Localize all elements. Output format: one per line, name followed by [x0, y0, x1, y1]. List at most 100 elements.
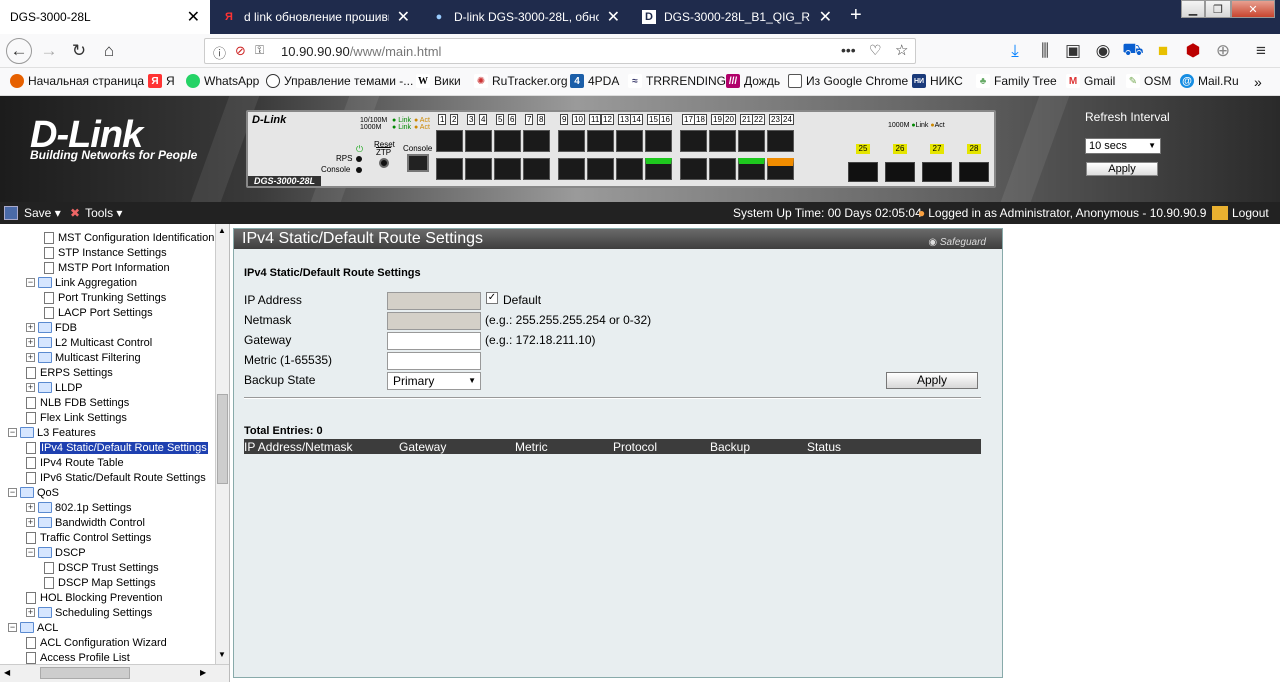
close-icon[interactable]: ✕: [607, 7, 620, 27]
pocket-icon[interactable]: ♡: [869, 42, 882, 59]
port-5[interactable]: [494, 130, 521, 152]
bookmark-ext-icon[interactable]: ■: [1150, 38, 1176, 64]
bookmark-dozhd[interactable]: /// Дождь: [726, 74, 780, 88]
collapse-icon[interactable]: −: [8, 428, 17, 437]
tree-item[interactable]: IPv4 Static/Default Route Settings: [26, 440, 208, 455]
bookmark-themes[interactable]: Управление темами -...: [266, 74, 413, 88]
port-10[interactable]: [558, 158, 585, 180]
sfp-port-25[interactable]: [848, 162, 878, 182]
bookmark-star-icon[interactable]: ☆: [895, 41, 908, 59]
port-17[interactable]: [680, 130, 707, 152]
expand-icon[interactable]: +: [26, 383, 35, 392]
port-7[interactable]: [523, 130, 550, 152]
reset-button[interactable]: [379, 158, 389, 168]
port-15[interactable]: [645, 130, 672, 152]
tools-menu[interactable]: ✖ Tools ▾: [70, 206, 122, 220]
tree-scrollbar[interactable]: ▲ ▼: [215, 224, 229, 664]
hscroll-thumb[interactable]: [40, 667, 130, 679]
tree-hscrollbar[interactable]: ◀ ▶: [0, 664, 229, 682]
close-window-icon[interactable]: ✕: [1231, 0, 1275, 18]
ip-address-input[interactable]: [387, 292, 481, 310]
cart-icon[interactable]: ⛟: [1120, 38, 1146, 64]
minimize-icon[interactable]: ▁: [1181, 0, 1205, 18]
globe-icon[interactable]: ⊕: [1210, 38, 1236, 64]
tab-dlink-update[interactable]: ● D-link DGS-3000-28L, обновле ✕: [422, 0, 630, 34]
port-20[interactable]: [709, 158, 736, 180]
url-bar[interactable]: ⓘ ⊘ ⚿ 10.90.90.90/www/main.html ••• ♡ ☆: [204, 38, 916, 64]
ublock-icon[interactable]: ⬢: [1180, 38, 1206, 64]
info-icon[interactable]: ⓘ: [213, 43, 226, 62]
tab-yandex[interactable]: Я d link обновление прошивки ✕: [212, 0, 420, 34]
tree-item[interactable]: + Bandwidth Control: [26, 515, 145, 530]
console-port[interactable]: [407, 154, 429, 172]
port-23[interactable]: [767, 130, 794, 152]
expand-icon[interactable]: +: [26, 608, 35, 617]
sfp-port-26[interactable]: [885, 162, 915, 182]
tree-item[interactable]: LACP Port Settings: [44, 305, 153, 320]
port-11[interactable]: [587, 130, 614, 152]
bookmark-rutracker[interactable]: ✺ RuTracker.org: [474, 74, 568, 88]
tree-item[interactable]: IPv6 Static/Default Route Settings: [26, 470, 206, 485]
port-18[interactable]: [680, 158, 707, 180]
insecure-icon[interactable]: ⊘: [235, 43, 246, 59]
bookmark-mailru[interactable]: @ Mail.Ru: [1180, 74, 1239, 88]
port-21[interactable]: [738, 130, 765, 152]
expand-icon[interactable]: +: [26, 503, 35, 512]
menu-icon[interactable]: ≡: [1248, 38, 1274, 64]
bookmark-osm[interactable]: ✎ OSM: [1126, 74, 1171, 88]
backup-state-select[interactable]: Primary ▼: [387, 372, 481, 390]
restore-icon[interactable]: ❐: [1205, 0, 1231, 18]
bookmark-ya[interactable]: ЯЯ: [148, 74, 175, 88]
new-tab-icon[interactable]: +: [850, 4, 862, 27]
reload-icon[interactable]: ↻: [66, 38, 92, 64]
port-19[interactable]: [709, 130, 736, 152]
tree-item[interactable]: HOL Blocking Prevention: [26, 590, 163, 605]
sfp-port-27[interactable]: [922, 162, 952, 182]
expand-icon[interactable]: +: [26, 323, 35, 332]
save-menu[interactable]: Save ▾: [4, 206, 61, 220]
sidebar-icon[interactable]: ▣: [1060, 38, 1086, 64]
port-14[interactable]: [616, 158, 643, 180]
default-checkbox[interactable]: ✓: [486, 292, 498, 304]
key-icon[interactable]: ⚿: [255, 43, 264, 58]
port-13[interactable]: [616, 130, 643, 152]
download-icon[interactable]: ⤓: [1002, 38, 1028, 64]
bookmark-trrrending[interactable]: ≈ TRRRENDING: [628, 74, 726, 88]
port-9[interactable]: [558, 130, 585, 152]
bookmark-home[interactable]: Начальная страница: [10, 74, 144, 88]
bookmark-family-tree[interactable]: ♣ Family Tree: [976, 74, 1057, 88]
tree-item[interactable]: + FDB: [26, 320, 77, 335]
tree-item[interactable]: − ACL: [8, 620, 58, 635]
scroll-left-icon[interactable]: ◀: [4, 668, 10, 677]
bookmark-niks[interactable]: НИ НИКС: [912, 74, 963, 88]
bookmark-chrome-folder[interactable]: Из Google Chrome: [788, 74, 908, 88]
bookmark-whatsapp[interactable]: WhatsApp: [186, 74, 259, 88]
gateway-input[interactable]: [387, 332, 481, 350]
scroll-down-icon[interactable]: ▼: [218, 650, 226, 659]
tree-item[interactable]: − Link Aggregation: [26, 275, 137, 290]
tree-item[interactable]: MSTP Port Information: [44, 260, 170, 275]
expand-icon[interactable]: +: [26, 518, 35, 527]
port-22[interactable]: [738, 158, 765, 180]
refresh-apply-button[interactable]: Apply: [1086, 162, 1158, 176]
collapse-icon[interactable]: −: [26, 278, 35, 287]
tab-dgs[interactable]: DGS-3000-28L ✕: [0, 0, 210, 34]
expand-icon[interactable]: +: [26, 353, 35, 362]
port-8[interactable]: [523, 158, 550, 180]
tree-item[interactable]: + L2 Multicast Control: [26, 335, 152, 350]
scroll-up-icon[interactable]: ▲: [218, 226, 226, 235]
bookmark-wiki[interactable]: W Вики: [416, 74, 461, 88]
library-icon[interactable]: ⫼: [1032, 38, 1058, 64]
port-24[interactable]: [767, 158, 794, 180]
close-icon[interactable]: ✕: [819, 7, 832, 27]
tree-item[interactable]: DSCP Trust Settings: [44, 560, 159, 575]
bookmark-gmail[interactable]: M Gmail: [1066, 74, 1115, 88]
tree-item[interactable]: ERPS Settings: [26, 365, 113, 380]
back-icon[interactable]: ←: [6, 38, 32, 64]
close-icon[interactable]: ✕: [397, 7, 410, 27]
tree-item[interactable]: MST Configuration Identification: [44, 230, 214, 245]
port-1[interactable]: [436, 130, 463, 152]
tree-item[interactable]: + Scheduling Settings: [26, 605, 152, 620]
refresh-interval-select[interactable]: 10 secs ▼: [1085, 138, 1161, 154]
close-icon[interactable]: ✕: [187, 7, 200, 27]
